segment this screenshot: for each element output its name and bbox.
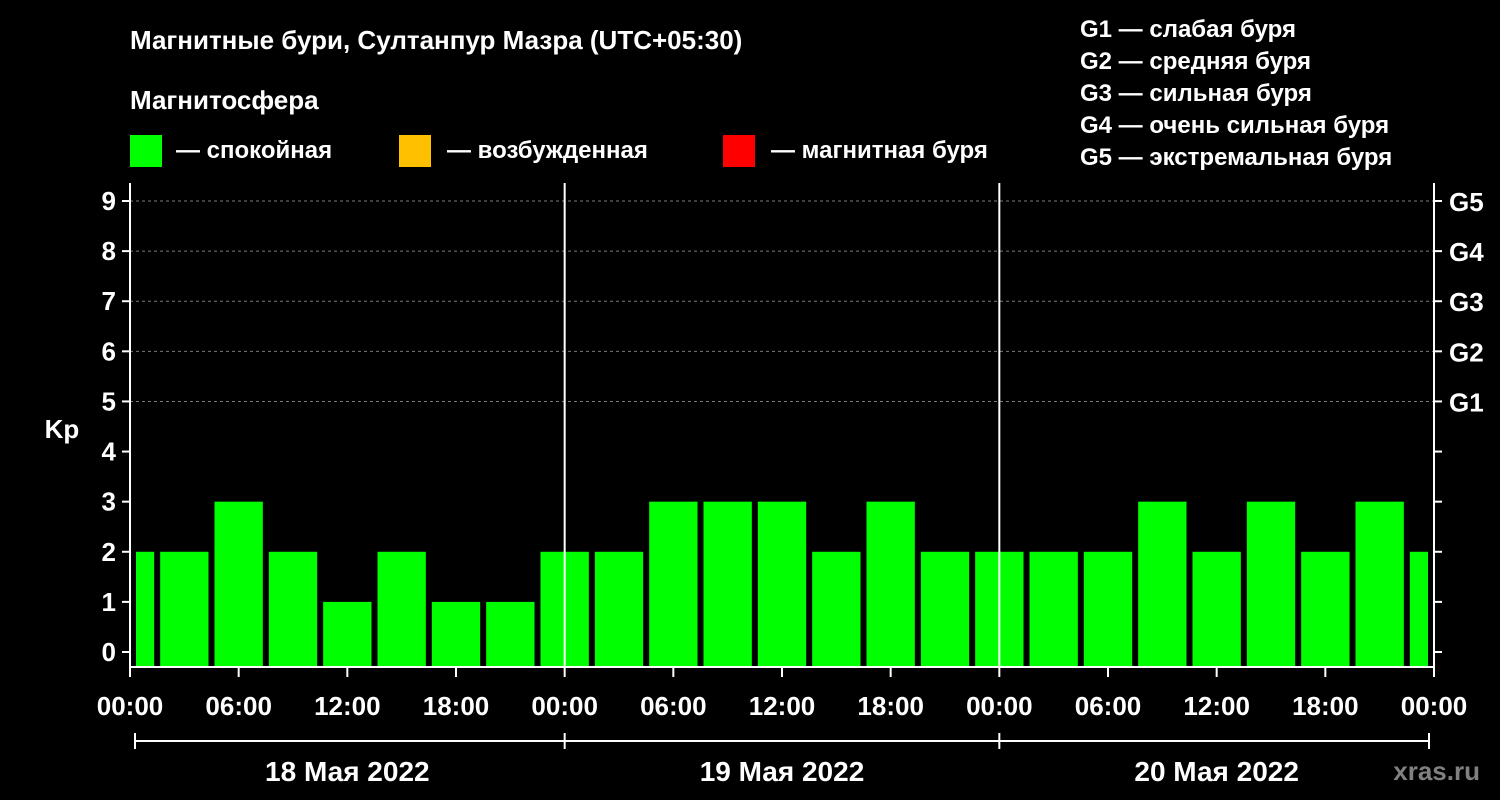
x-tick-label-6: 12:00 — [749, 691, 816, 721]
y-tick-label-0: 0 — [102, 637, 116, 667]
axes: 0 1 2 3 4 5 6 7 8 9 G1 G2 G3 G4 G5 00:00 06:00 12:00 18:00… — [97, 183, 1484, 787]
chart-title: Магнитные бури, Султанпур Мазра (UTC+05:… — [130, 25, 742, 55]
y-tick-label-5: 5 — [102, 386, 116, 416]
x-tick-label-11: 18:00 — [1292, 691, 1359, 721]
storm-scale-g2: G2 — средняя буря — [1080, 48, 1311, 75]
x-tick-label-0: 00:00 — [97, 691, 164, 721]
bar-4 — [323, 601, 372, 667]
bar-0 — [136, 551, 155, 667]
grid — [130, 200, 1434, 402]
bar-23 — [1355, 501, 1404, 667]
bar-2 — [214, 501, 263, 667]
bar-11 — [703, 501, 752, 667]
y-tick-label-3: 3 — [102, 487, 116, 517]
x-tick-label-7: 18:00 — [857, 691, 924, 721]
bar-10 — [649, 501, 698, 667]
date-label-2: 20 Мая 2022 — [1134, 756, 1299, 787]
storm-level-label-g3: G3 — [1449, 287, 1484, 317]
legend: — спокойная — возбужденная — магнитная б… — [130, 135, 988, 167]
legend-label-quiet: — спокойная — [176, 137, 332, 164]
bar-19 — [1138, 501, 1187, 667]
bar-18 — [1083, 551, 1133, 667]
x-tick-label-2: 12:00 — [314, 691, 381, 721]
bar-7 — [486, 601, 535, 667]
legend-swatch-quiet — [130, 135, 162, 167]
bar-1 — [160, 551, 209, 667]
y-tick-label-1: 1 — [102, 587, 116, 617]
bar-5 — [377, 551, 426, 667]
x-tick-label-8: 00:00 — [966, 691, 1033, 721]
legend-label-active: — возбужденная — [447, 137, 648, 164]
bar-24 — [1409, 551, 1428, 667]
y-tick-label-2: 2 — [102, 537, 116, 567]
x-tick-label-1: 06:00 — [205, 691, 272, 721]
x-tick-label-5: 06:00 — [640, 691, 707, 721]
y-axis-label: Kp — [45, 414, 80, 444]
storm-level-label-g1: G1 — [1449, 387, 1484, 417]
storm-scale-legend: G1 — слабая буря G2 — средняя буря G3 — … — [1080, 16, 1392, 171]
bar-14 — [866, 501, 915, 667]
bar-20 — [1192, 551, 1241, 667]
storm-scale-g4: G4 — очень сильная буря — [1080, 112, 1389, 139]
legend-title: Магнитосфера — [130, 85, 319, 115]
bar-6 — [431, 601, 481, 667]
y-tick-label-6: 6 — [102, 336, 116, 366]
bar-22 — [1301, 551, 1350, 667]
date-label-0: 18 Мая 2022 — [265, 756, 430, 787]
bar-12 — [757, 501, 807, 667]
legend-swatch-active — [399, 135, 431, 167]
storm-level-label-g5: G5 — [1449, 187, 1484, 217]
bar-15 — [920, 551, 970, 667]
storm-scale-g5: G5 — экстремальная буря — [1080, 144, 1392, 171]
y-tick-label-4: 4 — [102, 437, 117, 467]
legend-swatch-storm — [723, 135, 755, 167]
kp-chart: Магнитные бури, Султанпур Мазра (UTC+05:… — [45, 16, 1485, 787]
date-label-1: 19 Мая 2022 — [700, 756, 865, 787]
y-tick-label-9: 9 — [102, 186, 116, 216]
legend-label-storm: — магнитная буря — [771, 137, 988, 164]
y-tick-label-8: 8 — [102, 236, 116, 266]
y-tick-label-7: 7 — [102, 286, 116, 316]
storm-scale-g1: G1 — слабая буря — [1080, 16, 1296, 43]
storm-scale-g3: G3 — сильная буря — [1080, 80, 1312, 107]
watermark: xras.ru — [1393, 756, 1480, 786]
bars — [136, 501, 1428, 667]
x-tick-label-12: 00:00 — [1401, 691, 1468, 721]
storm-level-label-g2: G2 — [1449, 337, 1484, 367]
bar-13 — [812, 551, 861, 667]
x-tick-label-3: 18:00 — [423, 691, 490, 721]
bar-3 — [268, 551, 318, 667]
bar-9 — [594, 551, 644, 667]
bar-17 — [1029, 551, 1078, 667]
storm-level-label-g4: G4 — [1449, 237, 1484, 267]
x-tick-label-4: 00:00 — [531, 691, 598, 721]
bar-21 — [1246, 501, 1296, 667]
x-tick-label-10: 12:00 — [1183, 691, 1250, 721]
x-tick-label-9: 06:00 — [1075, 691, 1142, 721]
